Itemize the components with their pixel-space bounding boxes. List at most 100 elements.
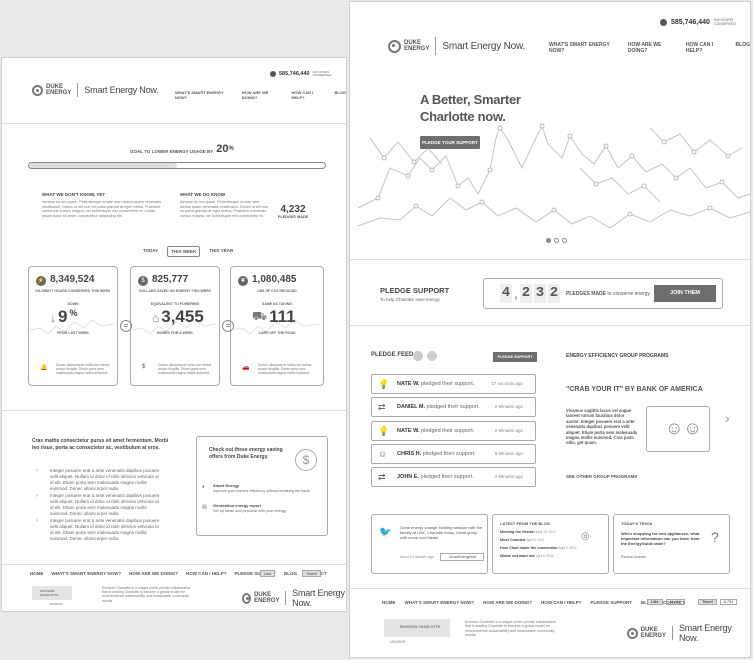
nav-link[interactable]: HOW CAN I HELP?	[291, 90, 324, 100]
envision-text: Envision Charlotte is a unique public pr…	[465, 620, 556, 638]
footer-logo[interactable]: DUKE ENERGY Smart Energy Now.	[242, 588, 346, 608]
stat-big-number: ⛟ 111	[252, 307, 296, 326]
feed-item[interactable]: 💡 NATE W. pledged their support. 17 seco…	[371, 374, 536, 394]
goal-progress-fill	[29, 163, 177, 168]
like-count: 26,355	[665, 599, 686, 605]
lightbulb-icon: 💡	[378, 426, 390, 436]
logo-tagline: Smart Energy Now.	[84, 85, 159, 95]
goal-heading: GOAL TO LOWER ENERGY USAGE BY 20 %	[130, 143, 234, 155]
tab-today[interactable]: TODAY	[140, 246, 161, 257]
stat-big-caption: FROM LAST WEEK	[57, 331, 89, 335]
pledge-support-button[interactable]: PLEDGE SUPPORT	[493, 352, 537, 362]
like-button[interactable]: Like	[647, 599, 663, 605]
thermostat-icon: ⇄	[378, 402, 386, 412]
feed-item[interactable]: ☺ CHRIS H. pledged their support. 8 Minu…	[371, 444, 536, 464]
nav-link[interactable]: HOW ARE WE DOING?	[628, 42, 677, 54]
blog-item[interactable]: Meeting the Needs! April 10, 2012	[500, 530, 556, 534]
money-icon: $	[138, 276, 148, 286]
nav-link[interactable]: BLOG	[334, 90, 346, 100]
stat-note: Donec ullamcorper nulla non metus auctor…	[158, 363, 212, 376]
stat-big-number: ↓ 9 %	[50, 307, 78, 326]
footer-nav: HOME WHAT'S SMART ENERGY NOW? HOW ARE WE…	[30, 571, 327, 576]
group-people-icon: ☺☺	[665, 418, 702, 438]
stat-note: Donec ullamcorper nulla non metus auctor…	[56, 363, 110, 376]
house-icon: ⌂	[152, 311, 160, 325]
next-arrow-icon[interactable]	[427, 351, 437, 361]
twitter-bird-icon: 🐦	[379, 527, 392, 538]
promo-text: Cras mattis consectetur purus sit amet f…	[32, 438, 169, 451]
tab-this-week[interactable]: THIS WEEK	[167, 246, 201, 257]
tweet-button[interactable]: Tweet	[302, 570, 321, 577]
offers-box: Check out these energy saving offers fro…	[196, 436, 328, 536]
reveal-answer-link[interactable]: Reveal Answer	[621, 555, 646, 559]
nav-link[interactable]: BLOG	[736, 42, 750, 54]
carousel-dots	[546, 238, 567, 243]
blog-item[interactable]: How Chad made the connection April 8, 20…	[500, 546, 577, 550]
bolt-icon	[660, 19, 667, 27]
tweet-count: 6,754	[719, 599, 738, 605]
dollar-icon: $	[295, 449, 317, 471]
pledge-feed-title: PLEDGE FEED	[371, 352, 414, 358]
logo[interactable]: DUKE ENERGY Smart Energy Now.	[32, 83, 159, 97]
tab-this-year[interactable]: THIS YEAR	[206, 246, 236, 257]
stat-value: 8,349,524	[50, 274, 95, 285]
nav-link[interactable]: HOW ARE WE DOING?	[242, 90, 282, 100]
chevron-right-icon: ›	[36, 493, 38, 499]
cash-icon: $	[142, 364, 146, 370]
bolt-icon: ⚡	[36, 276, 46, 286]
skyline-illustration	[357, 123, 750, 229]
unknown-block: WHAT WE DON'T KNOW, YET Aenean eu leo qu…	[42, 192, 162, 218]
chevron-right-icon: ›	[36, 518, 38, 524]
stat-big-caption: HOMES FOR A WEEK	[157, 331, 193, 335]
homepage-wireframe-right: 585,746,440 KW HOURS CONSERVED DUKE ENERG…	[349, 1, 751, 658]
like-button[interactable]: Like	[260, 570, 276, 577]
stat-big-number: ⌂ 3,455	[152, 307, 204, 326]
stat-value: 1,080,485	[252, 274, 297, 285]
footer-logo[interactable]: DUKE ENERGY Smart Energy Now.	[627, 623, 750, 643]
duke-logo-icon	[627, 627, 638, 639]
blog-item[interactable]: Waste not want not April 6, 2012	[500, 554, 554, 558]
known-block: WHAT WE DO KNOW Aenean eu leo quam. Pell…	[180, 192, 269, 218]
nav-link[interactable]: HOW CAN I HELP?	[686, 42, 727, 54]
follow-button[interactable]: SmartEnergyNow	[440, 553, 484, 561]
see-programs-link[interactable]: SEE OTHER GROUP PROGRAMS	[566, 474, 637, 479]
blog-item[interactable]: Most Counted April 8, 2012	[500, 538, 544, 542]
stat-sub-label: SAME AS TAKING	[262, 302, 292, 306]
feed-item[interactable]: ⇄ DANIEL M. pledged their support. 2 Min…	[371, 397, 536, 417]
chevron-right-icon: ›	[36, 468, 38, 474]
programs-title: ENERGY EFFICIENCY GROUP PROGRAMS	[566, 353, 669, 359]
logo[interactable]: DUKE ENERGY Smart Energy Now.	[388, 37, 525, 55]
tweet-button[interactable]: Tweet	[698, 599, 717, 605]
duke-logo-icon	[388, 39, 401, 53]
hero-title: A Better, Smarter Charlotte now.	[420, 92, 521, 124]
leaf-icon: ❦	[238, 276, 248, 286]
feed-item[interactable]: 💡 NATE W. pledged their support. 2 Minut…	[371, 421, 536, 441]
comment-bubble-icon: ◎	[581, 531, 590, 542]
program-body: Vivamus sagittis lacus vel augue laoreet…	[566, 408, 638, 446]
down-arrow-icon: ↓	[50, 311, 56, 325]
report-icon: ▤	[202, 504, 207, 510]
previous-arrow-icon[interactable]	[413, 351, 423, 361]
social-buttons: Like 26,355 Tweet 6,754	[647, 599, 738, 605]
duke-logo-icon	[32, 84, 43, 96]
car-icon: ⛟	[252, 309, 268, 323]
envision-charlotte-logo: ENVISION CHARLOTTE	[32, 586, 72, 600]
thermostat-icon: ⇄	[378, 472, 386, 482]
program-image: ☺☺	[646, 406, 710, 452]
nav-link[interactable]: WHAT'S SMART ENERGY NOW?	[549, 42, 619, 54]
stat-caption: KILOWATT HOURS CONSERVED THIS WEEK	[35, 289, 111, 293]
carousel-dot[interactable]	[562, 238, 567, 243]
feed-item[interactable]: ⇄ JOHN E. pledged their support. 2 Minut…	[371, 467, 536, 487]
footer-nav: HOME WHAT'S SMART ENERGY NOW? HOW ARE WE…	[382, 600, 685, 605]
bolt-icon	[270, 71, 276, 77]
nav-link[interactable]: WHAT'S SMART ENERGY NOW?	[175, 90, 232, 100]
carousel-dot[interactable]	[546, 238, 551, 243]
carousel-dot[interactable]	[554, 238, 559, 243]
chevron-right-icon[interactable]: ›	[725, 410, 730, 426]
main-nav: WHAT'S SMART ENERGY NOW? HOW ARE WE DOIN…	[549, 42, 750, 54]
stat-value: 825,777	[152, 274, 189, 285]
period-tabs: TODAY THIS WEEK THIS YEAR	[140, 246, 236, 257]
join-them-button[interactable]: JOIN THEM	[654, 285, 716, 302]
pledge-counter-box: 4 , 2 3 2 PLEDGES MADE to conserve energ…	[483, 278, 723, 309]
pledge-cta-button[interactable]: PLEDGE YOUR SUPPORT	[420, 136, 480, 149]
